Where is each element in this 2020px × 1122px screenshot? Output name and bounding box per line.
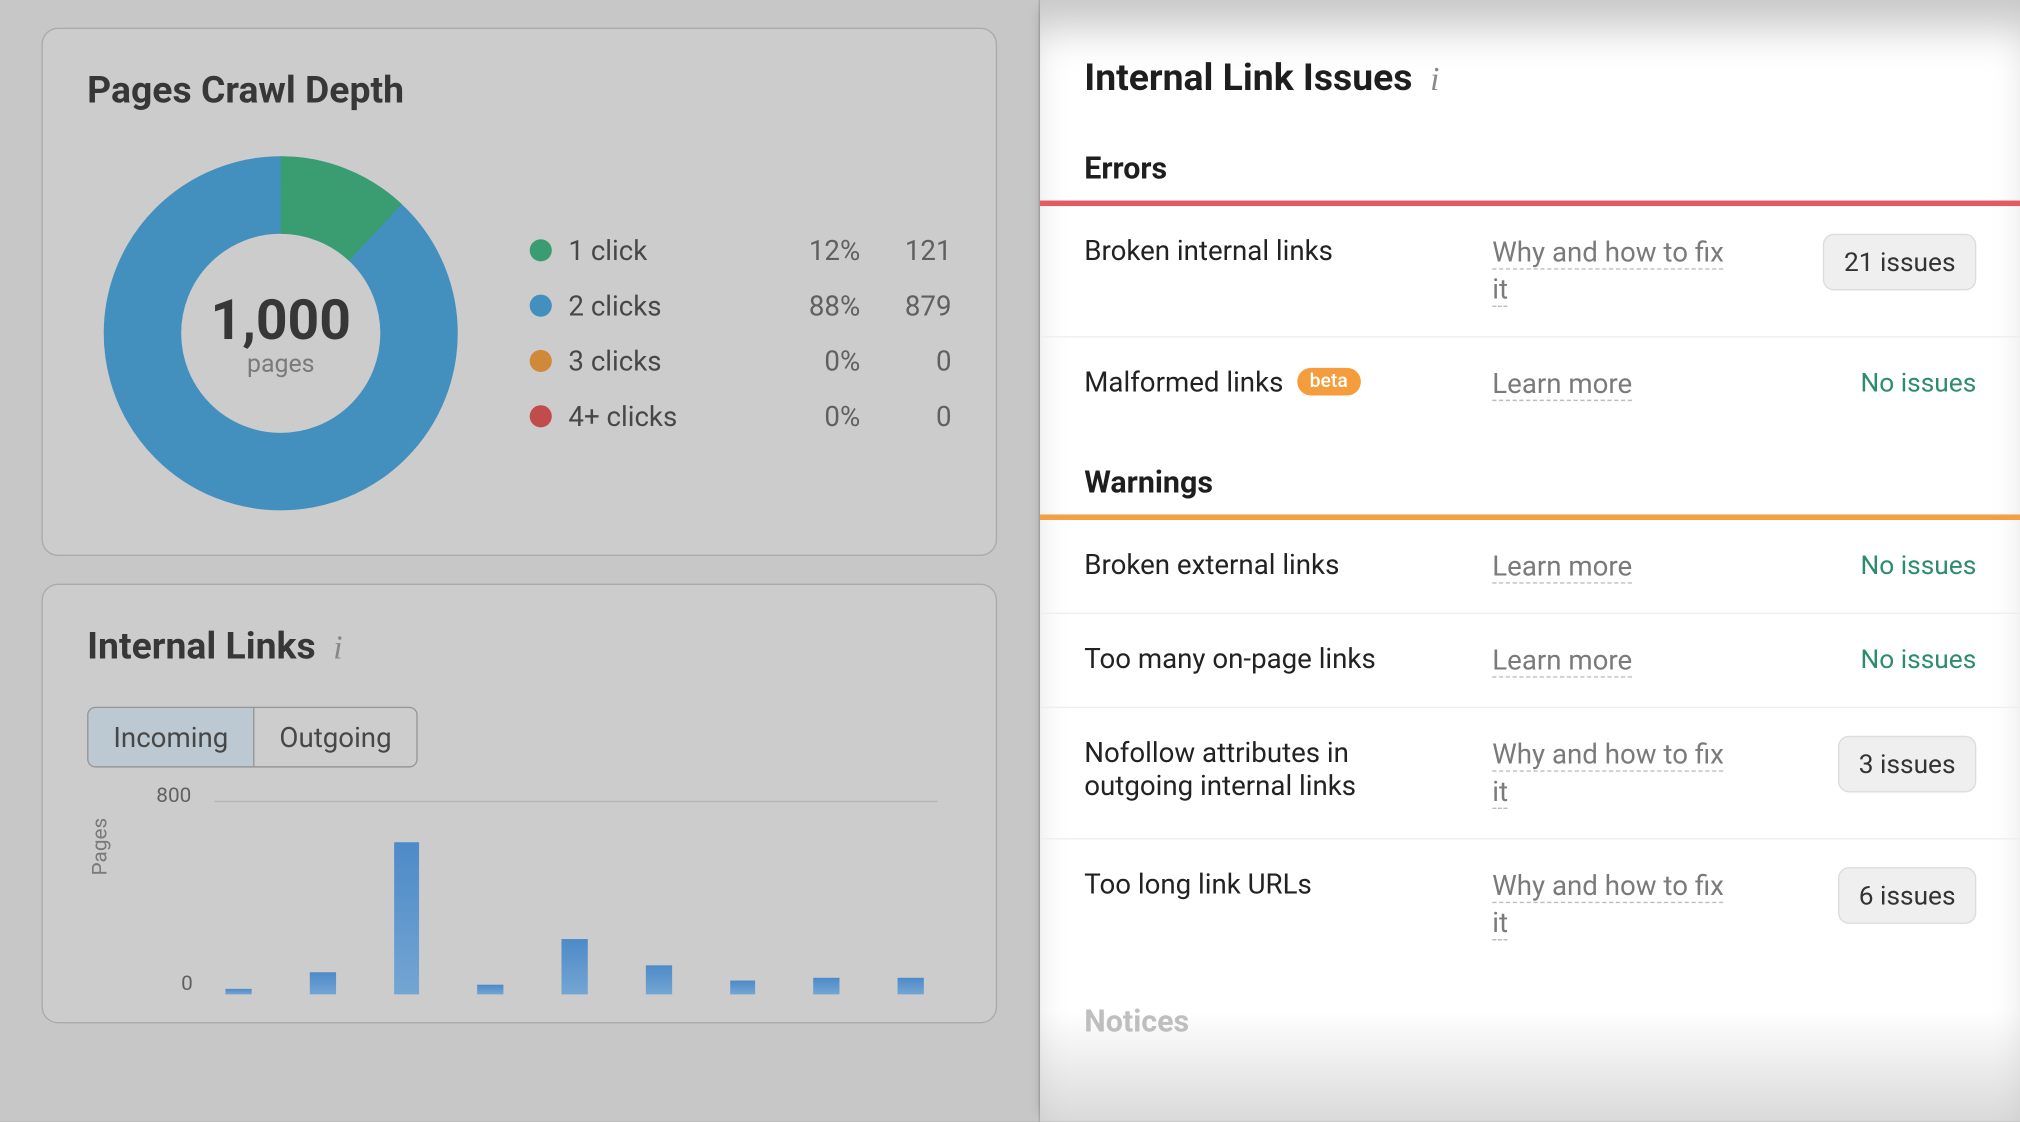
legend-count: 0	[869, 400, 952, 433]
warnings-list: Broken external links Learn more No issues…	[1040, 520, 2020, 969]
legend-label: 2 clicks	[568, 289, 769, 322]
legend-label: 4+ clicks	[568, 400, 769, 433]
legend-dot-icon	[530, 350, 552, 372]
issue-help-link[interactable]: Learn more	[1492, 549, 1632, 584]
issues-count-button[interactable]: 3 issues	[1838, 736, 1976, 793]
no-issues-label: No issues	[1861, 643, 1977, 675]
internal-links-title-text: Internal Links	[87, 624, 316, 668]
legend-row[interactable]: 4+ clicks 0% 0	[530, 389, 952, 444]
issue-name-text: Broken internal links	[1084, 234, 1333, 267]
issue-help-link[interactable]: Learn more	[1492, 366, 1632, 401]
internal-links-title: Internal Links i	[87, 624, 951, 668]
legend-pct: 88%	[777, 289, 860, 322]
bar[interactable]	[898, 978, 924, 995]
issue-row: Too long link URLs Why and how to fix it 6…	[1040, 839, 2020, 969]
y-axis-label: Pages	[87, 818, 112, 876]
legend-pct: 0%	[777, 344, 860, 377]
legend-row[interactable]: 3 clicks 0% 0	[530, 333, 952, 388]
legend-row[interactable]: 1 click 12% 121	[530, 223, 952, 278]
no-issues-label: No issues	[1861, 549, 1977, 581]
errors-header: Errors	[1040, 133, 2020, 201]
issue-row: Broken internal links Why and how to fix …	[1040, 206, 2020, 337]
crawl-depth-total: 1,000	[210, 288, 351, 353]
crawl-depth-legend: 1 click 12% 121 2 clicks 88% 879 3 click…	[530, 223, 952, 444]
crawl-depth-donut[interactable]: 1,000 pages	[87, 140, 474, 527]
crawl-depth-card: Pages Crawl Depth 1,000 pages	[41, 28, 997, 556]
crawl-depth-title: Pages Crawl Depth	[87, 68, 951, 112]
internal-links-card: Internal Links i Incoming Outgoing Pages…	[41, 584, 997, 1024]
bar[interactable]	[562, 940, 588, 995]
issues-panel-title: Internal Link Issues i	[1040, 55, 2020, 132]
tab-outgoing[interactable]: Outgoing	[253, 708, 416, 766]
dashboard-left: Pages Crawl Depth 1,000 pages	[0, 0, 1040, 1122]
legend-count: 879	[869, 289, 952, 322]
legend-label: 1 click	[568, 234, 769, 267]
issue-row: Nofollow attributes in outgoing internal…	[1040, 708, 2020, 839]
issue-name: Broken internal links	[1084, 234, 1464, 267]
notices-header: Notices	[1040, 969, 2020, 1053]
bar[interactable]	[478, 985, 504, 995]
internal-links-tabs: Incoming Outgoing	[87, 707, 418, 768]
bar[interactable]	[730, 980, 756, 994]
issues-panel-title-text: Internal Link Issues	[1084, 55, 1412, 99]
internal-links-chart[interactable]: Pages 800 0	[87, 792, 951, 1013]
issue-row: Too many on-page links Learn more No issue…	[1040, 614, 2020, 708]
issue-name: Too many on-page links	[1084, 642, 1464, 675]
crawl-depth-total-label: pages	[210, 350, 351, 379]
issue-name-text: Broken external links	[1084, 548, 1339, 581]
legend-pct: 12%	[777, 234, 860, 267]
issue-name-text: Malformed links	[1084, 365, 1283, 398]
bars	[225, 792, 923, 994]
issue-name: Malformed links beta	[1084, 365, 1464, 398]
info-icon[interactable]: i	[333, 629, 342, 668]
warnings-header: Warnings	[1040, 430, 2020, 514]
issue-name-text: Too long link URLs	[1084, 867, 1312, 900]
errors-list: Broken internal links Why and how to fix …	[1040, 206, 2020, 430]
issue-row: Malformed links beta Learn more No issues	[1040, 337, 2020, 430]
no-issues-label: No issues	[1861, 366, 1977, 398]
tab-incoming[interactable]: Incoming	[89, 708, 254, 766]
legend-count: 0	[869, 344, 952, 377]
legend-dot-icon	[530, 405, 552, 427]
internal-link-issues-panel: Internal Link Issues i Errors Broken int…	[1040, 0, 2020, 1122]
issue-name-text: Too many on-page links	[1084, 642, 1375, 675]
issue-help-link[interactable]: Learn more	[1492, 643, 1632, 678]
issue-name: Too long link URLs	[1084, 867, 1464, 900]
beta-badge: beta	[1297, 368, 1360, 396]
issue-help-link[interactable]: Why and how to fix it	[1492, 235, 1724, 307]
issue-help-link[interactable]: Why and how to fix it	[1492, 869, 1724, 941]
bar[interactable]	[225, 989, 251, 995]
bar[interactable]	[394, 842, 420, 995]
issue-name: Broken external links	[1084, 548, 1464, 581]
info-icon[interactable]: i	[1430, 61, 1439, 100]
issue-name-text: Nofollow attributes in outgoing internal…	[1084, 736, 1464, 802]
issue-row: Broken external links Learn more No issues	[1040, 520, 2020, 614]
legend-dot-icon	[530, 295, 552, 317]
legend-pct: 0%	[777, 400, 860, 433]
bar[interactable]	[814, 978, 840, 995]
bar[interactable]	[646, 966, 672, 995]
legend-label: 3 clicks	[568, 344, 769, 377]
issues-count-button[interactable]: 21 issues	[1823, 234, 1976, 291]
legend-row[interactable]: 2 clicks 88% 879	[530, 278, 952, 333]
legend-dot-icon	[530, 239, 552, 261]
issue-name: Nofollow attributes in outgoing internal…	[1084, 736, 1464, 802]
issue-help-link[interactable]: Why and how to fix it	[1492, 737, 1724, 809]
bar[interactable]	[309, 973, 335, 994]
issues-count-button[interactable]: 6 issues	[1838, 867, 1976, 924]
legend-count: 121	[869, 234, 952, 267]
